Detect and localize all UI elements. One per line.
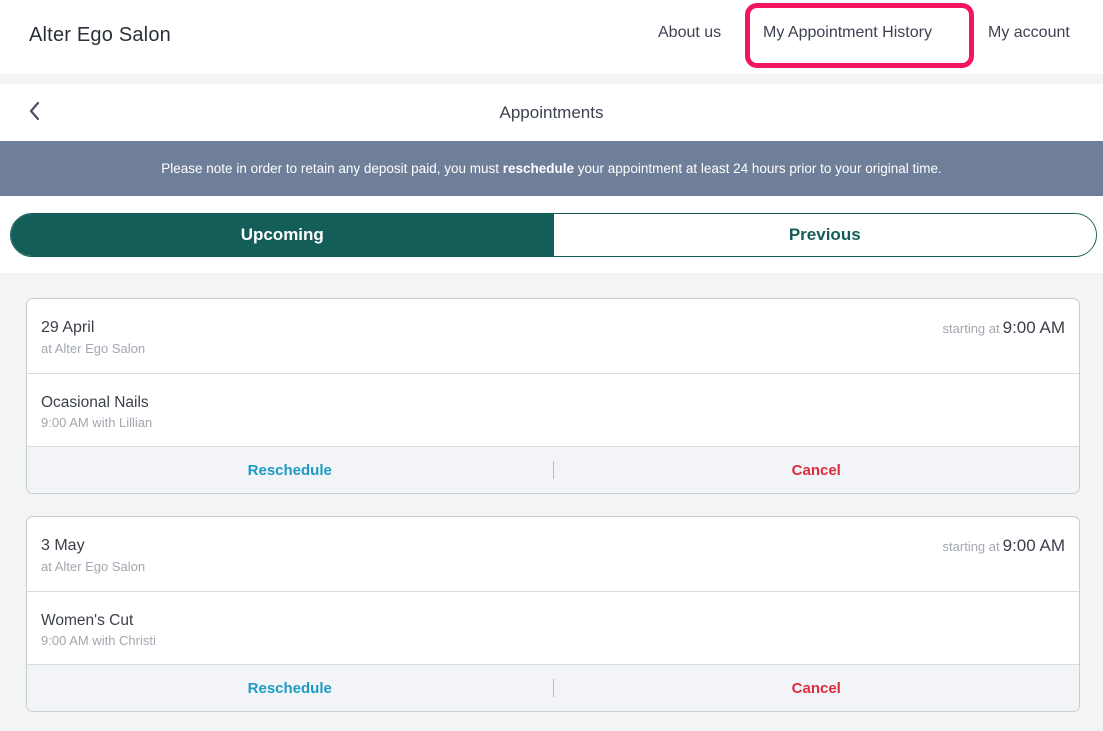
page-title: Appointments — [499, 103, 604, 122]
notice-text-bold: reschedule — [502, 161, 575, 176]
appointment-date: 29 April — [41, 319, 95, 336]
appointment-location: at Alter Ego Salon — [41, 341, 146, 356]
appointment-start: starting at 9:00 AM — [943, 536, 1065, 556]
page-header: Appointments — [0, 84, 1103, 141]
service-name: Women's Cut — [41, 612, 134, 629]
appointment-tabs: Upcoming Previous — [10, 213, 1097, 257]
appointment-card-header: 3 May at Alter Ego Salon starting at 9:00… — [27, 517, 1079, 592]
starting-at-label: starting at — [942, 321, 1000, 336]
cancel-button[interactable]: Cancel — [554, 680, 1080, 697]
reschedule-button[interactable]: Reschedule — [27, 680, 553, 697]
starting-at-label: starting at — [942, 539, 1000, 554]
service-detail: 9:00 AM with Lillian — [41, 415, 153, 430]
appointment-card: 29 April at Alter Ego Salon starting at 9… — [26, 298, 1080, 494]
tabs-area: Upcoming Previous — [0, 196, 1103, 273]
brand-name[interactable]: Alter Ego Salon — [29, 24, 171, 47]
appointment-card: 3 May at Alter Ego Salon starting at 9:00… — [26, 516, 1080, 712]
appointment-time: 9:00 AM — [1002, 536, 1065, 555]
nav-about-us[interactable]: About us — [658, 24, 721, 42]
appointment-actions: Reschedule Cancel — [27, 447, 1079, 493]
deposit-notice-banner: Please note in order to retain any depos… — [0, 141, 1103, 196]
cancel-button[interactable]: Cancel — [554, 462, 1080, 479]
appointment-card-header: 29 April at Alter Ego Salon starting at 9… — [27, 299, 1079, 374]
service-detail: 9:00 AM with Christi — [41, 633, 156, 648]
notice-text-end: your appointment at least 24 hours prior… — [574, 161, 942, 176]
nav-appointment-history[interactable]: My Appointment History — [763, 24, 932, 42]
appointment-date: 3 May — [41, 537, 85, 554]
nav-my-account[interactable]: My account — [988, 24, 1070, 42]
appointment-time: 9:00 AM — [1002, 318, 1065, 337]
top-navbar: Alter Ego Salon About us My Appointment … — [0, 0, 1103, 74]
appointment-service: Ocasional Nails 9:00 AM with Lillian — [27, 374, 1079, 447]
tab-previous[interactable]: Previous — [553, 214, 1096, 256]
tab-upcoming[interactable]: Upcoming — [11, 214, 554, 256]
appointment-start: starting at 9:00 AM — [943, 318, 1065, 338]
service-name: Ocasional Nails — [41, 394, 149, 411]
appointment-location: at Alter Ego Salon — [41, 559, 146, 574]
notice-text-start: Please note in order to retain any depos… — [161, 161, 503, 176]
reschedule-button[interactable]: Reschedule — [27, 462, 553, 479]
appointment-service: Women's Cut 9:00 AM with Christi — [27, 592, 1079, 665]
appointment-actions: Reschedule Cancel — [27, 665, 1079, 711]
